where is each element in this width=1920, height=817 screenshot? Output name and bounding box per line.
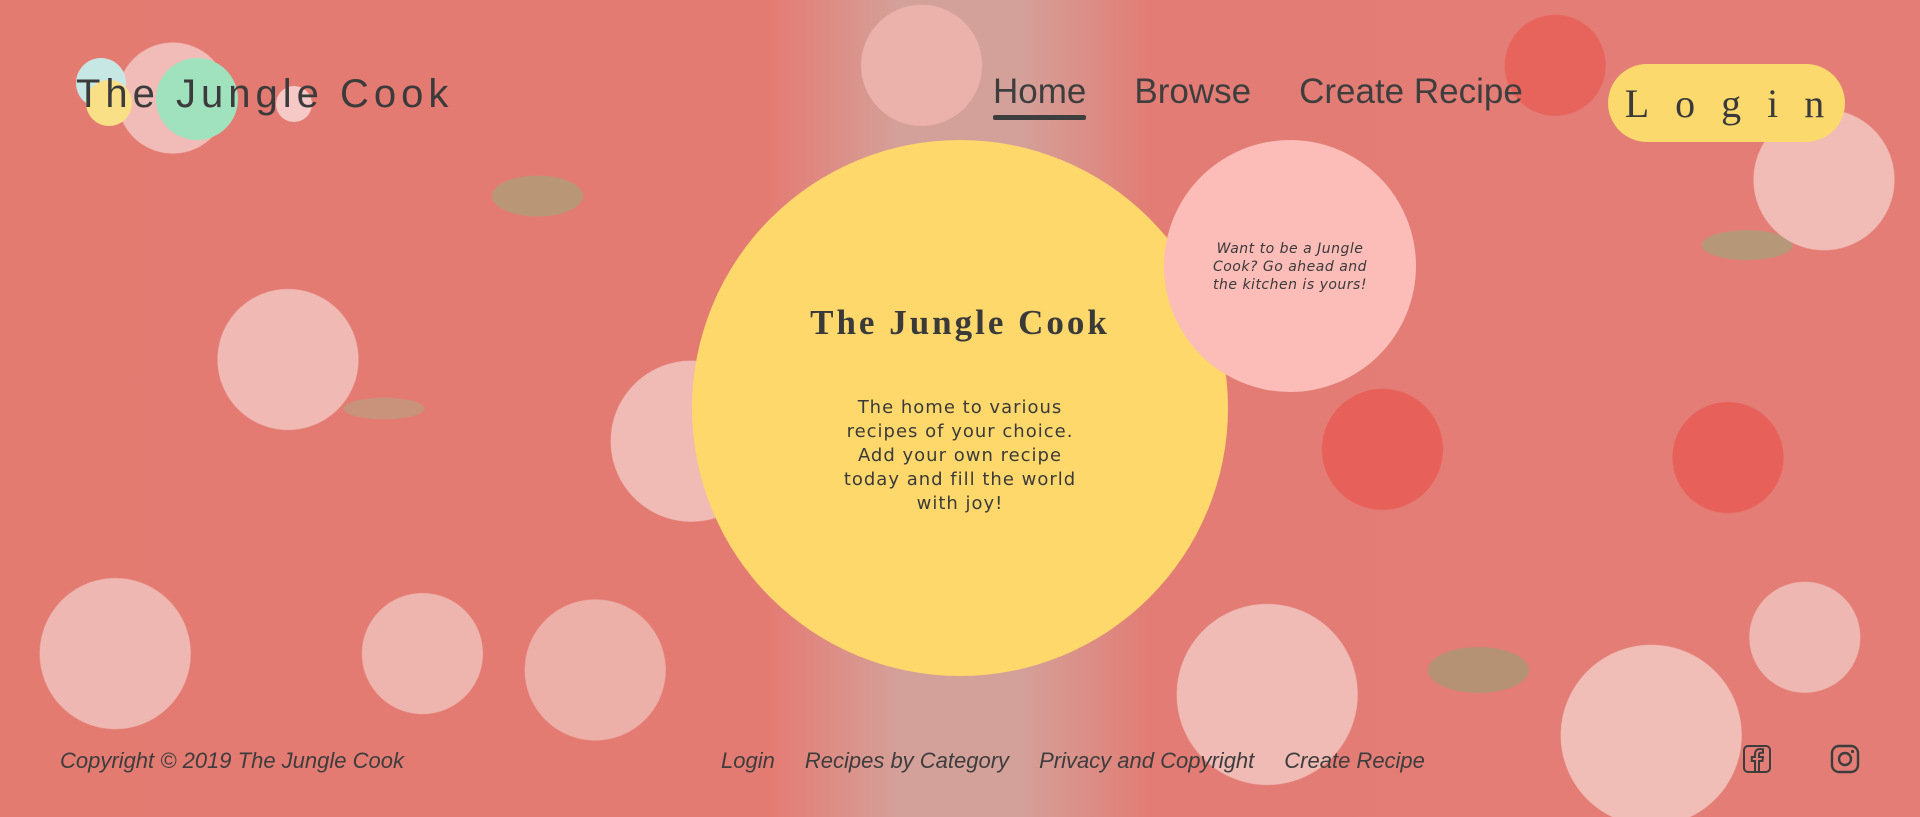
logo-text: The Jungle Cook: [76, 72, 454, 116]
hero-description: The home to various recipes of your choi…: [843, 397, 1077, 514]
nav-create-recipe[interactable]: Create Recipe: [1299, 72, 1523, 112]
nav-browse[interactable]: Browse: [1134, 72, 1251, 112]
promo-circle: Want to be a Jungle Cook? Go ahead and t…: [1164, 140, 1416, 392]
facebook-icon[interactable]: [1741, 743, 1773, 775]
login-button[interactable]: Login: [1608, 64, 1845, 142]
site-logo[interactable]: The Jungle Cook: [76, 52, 448, 147]
footer-link-privacy[interactable]: Privacy and Copyright: [1039, 748, 1254, 774]
copyright-text: Copyright © 2019 The Jungle Cook: [60, 748, 404, 773]
instagram-icon[interactable]: [1829, 743, 1861, 775]
footer-link-create-recipe[interactable]: Create Recipe: [1284, 748, 1425, 774]
main-nav: Home Browse Create Recipe: [993, 72, 1523, 120]
hero-title: The Jungle Cook: [810, 303, 1110, 342]
footer-link-recipes-by-category[interactable]: Recipes by Category: [805, 748, 1009, 774]
promo-text: Want to be a Jungle Cook? Go ahead and t…: [1212, 241, 1368, 293]
hero-circle: The Jungle Cook The home to various reci…: [692, 140, 1228, 676]
footer-nav: Login Recipes by Category Privacy and Co…: [721, 748, 1425, 774]
footer-link-login[interactable]: Login: [721, 748, 775, 774]
nav-home[interactable]: Home: [993, 72, 1087, 120]
